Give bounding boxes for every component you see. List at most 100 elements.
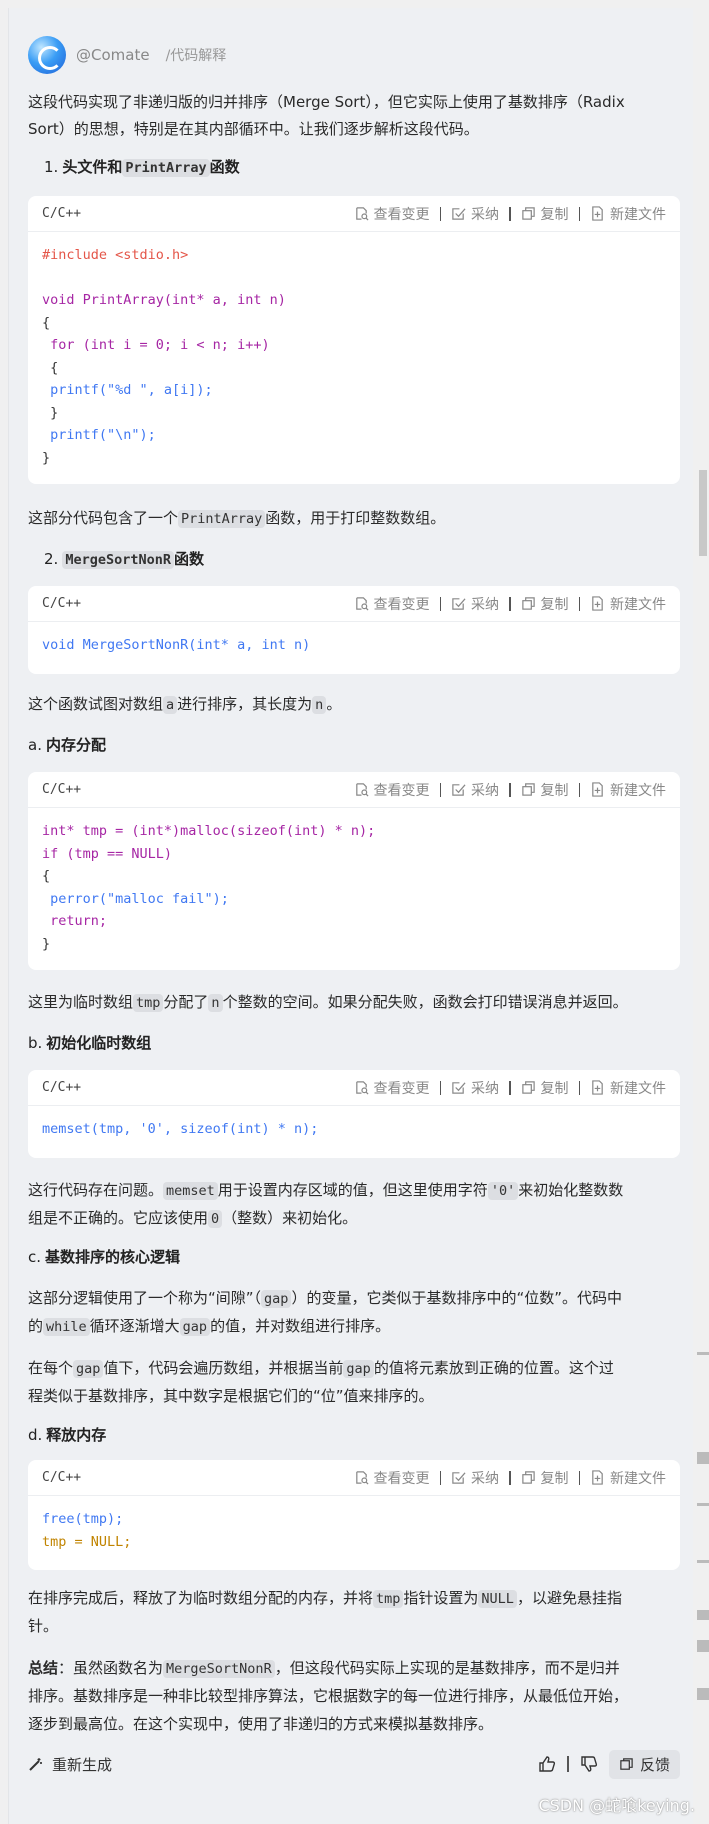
scrollbar-thumb[interactable] — [699, 470, 707, 556]
accept-icon — [452, 784, 466, 796]
view-changes-icon — [355, 1471, 368, 1485]
view-changes-button[interactable]: 查看变更 — [354, 594, 430, 614]
new-file-button[interactable]: 新建文件 — [590, 1078, 666, 1098]
accept-button[interactable]: 采纳 — [451, 204, 499, 224]
code-block-header: C/C++ 查看变更 采纳 复制 新建文件 — [28, 1460, 680, 1496]
magic-wand-icon — [29, 1758, 42, 1771]
new-file-icon — [592, 596, 603, 611]
copy-button[interactable]: 复制 — [521, 594, 569, 614]
subsection-heading-a: a. 内存分配 — [28, 736, 106, 754]
section-heading-1: 1. 头文件和 PrintArray 函数 — [44, 158, 240, 177]
paragraph-merge-sort: 这个函数试图对数组 a 进行排序，其长度为 n。 — [28, 695, 342, 714]
code-block-header: C/C++ 查看变更 采纳 复制 新建文件 — [28, 586, 680, 622]
accept-button[interactable]: 采纳 — [451, 1468, 499, 1488]
feedback-tools: 反馈 — [537, 1749, 680, 1779]
edge-mark — [697, 1503, 709, 1506]
new-file-icon — [592, 782, 603, 797]
summary-line-3: 逐步到最高位。在这个实现中，使用了非递归的方式来模拟基数排序。 — [28, 1715, 494, 1733]
code-line: { — [42, 314, 51, 331]
paragraph-gap2-line-1: 在每个 gap 值下，代码会遍历数组，并根据当前 gap 的值将元素放到正确的位置。这个… — [28, 1359, 614, 1378]
accept-icon — [452, 1472, 466, 1484]
code-block-header: C/C++ 查看变更 采纳 复制 新建文件 — [28, 196, 680, 232]
view-changes-button[interactable]: 查看变更 — [354, 204, 430, 224]
page: @Comate /代码解释 这段代码实现了非递归版的归并排序（Merge Sor… — [0, 0, 709, 1824]
thumbs-up-icon[interactable] — [537, 1754, 557, 1774]
assistant-handle: @Comate — [76, 46, 150, 64]
view-changes-icon — [355, 207, 368, 221]
inline-code: n — [208, 994, 223, 1012]
new-file-button[interactable]: 新建文件 — [590, 204, 666, 224]
paragraph-free-line-1: 在排序完成后，释放了为临时数组分配的内存，并将 tmp 指针设置为 NULL ，以避免悬… — [28, 1589, 622, 1608]
code-line: memset(tmp, '0', sizeof(int) * n); — [42, 1121, 319, 1137]
copy-button[interactable]: 复制 — [521, 1468, 569, 1488]
inline-code: MergeSortNonR — [62, 551, 174, 569]
paragraph-free-line-2: 针。 — [28, 1617, 59, 1635]
code-block-free: C/C++ 查看变更 采纳 复制 新建文件 free(tmp); tmp = N… — [28, 1460, 680, 1570]
copy-icon — [521, 783, 535, 796]
paragraph-memset-line-2: 组是不正确的。它应该使用 0 （整数）来初始化。 — [28, 1209, 358, 1228]
code-toolbar: 查看变更 采纳 复制 新建文件 — [354, 1468, 666, 1488]
copy-icon — [521, 1471, 535, 1484]
thumbs-down-icon[interactable] — [579, 1754, 599, 1774]
new-file-button[interactable]: 新建文件 — [590, 1468, 666, 1488]
copy-button[interactable]: 复制 — [521, 780, 569, 800]
inline-code: PrintArray — [178, 510, 266, 528]
code-line: if (tmp == NULL) — [42, 845, 173, 862]
code-content: memset(tmp, '0', sizeof(int) * n); — [28, 1106, 680, 1153]
code-line: void MergeSortNonR(int* a, int n) — [42, 637, 311, 653]
edge-mark — [697, 1610, 709, 1620]
summary-line-2: 排序。基数排序是一种非比较型排序算法，它根据数字的每一位进行排序，从最低位开始， — [28, 1687, 629, 1705]
copy-icon — [521, 597, 535, 610]
paragraph-print-array: 这部分代码包含了一个 PrintArray 函数，用于打印整数数组。 — [28, 509, 446, 528]
inline-code: tmp — [373, 1590, 404, 1608]
code-language: C/C++ — [42, 596, 82, 611]
subsection-heading-c: c. 基数排序的核心逻辑 — [28, 1248, 181, 1266]
new-file-icon — [592, 206, 603, 221]
code-line: perror("malloc fail"); — [42, 890, 229, 907]
view-changes-button[interactable]: 查看变更 — [354, 1078, 430, 1098]
accept-button[interactable]: 采纳 — [451, 594, 499, 614]
code-line: for (int i = 0; i < n; i++) — [42, 337, 270, 353]
code-toolbar: 查看变更 采纳 复制 新建文件 — [354, 780, 666, 800]
code-line: tmp = NULL; — [42, 1533, 132, 1550]
code-language: C/C++ — [42, 206, 82, 221]
view-changes-icon — [355, 597, 368, 611]
inline-code: NULL — [478, 1590, 517, 1608]
new-file-button[interactable]: 新建文件 — [590, 594, 666, 614]
code-line: int* tmp = (int*)malloc(sizeof(int) * n)… — [42, 823, 376, 839]
code-language: C/C++ — [42, 782, 82, 797]
code-block-malloc: C/C++ 查看变更 采纳 复制 新建文件 int* tmp = (int*)m… — [28, 772, 680, 970]
copy-button[interactable]: 复制 — [521, 204, 569, 224]
code-content: int* tmp = (int*)malloc(sizeof(int) * n)… — [28, 808, 680, 967]
view-changes-button[interactable]: 查看变更 — [354, 780, 430, 800]
inline-code: gap — [179, 1318, 211, 1336]
code-line: return; — [42, 913, 108, 929]
copy-icon — [521, 207, 535, 220]
regenerate-button[interactable]: 重新生成 — [28, 1754, 537, 1775]
inline-code: gap — [343, 1360, 374, 1378]
paragraph-gap2-line-2: 程类似于基数排序，其中数字是根据它们的“位”值来排序的。 — [28, 1387, 434, 1405]
paragraph-memset-line-1: 这行代码存在问题。 memset 用于设置内存区域的值，但这里使用字符 '0' 来初始化… — [28, 1181, 624, 1200]
paragraph-gap-line-1: 这部分逻辑使用了一个称为“间隙”（ gap ）的变量，它类似于基数排序中的“位数”。… — [28, 1289, 622, 1308]
feedback-icon — [620, 1757, 633, 1770]
code-block-header: C/C++ 查看变更 采纳 复制 新建文件 — [28, 772, 680, 808]
code-content: #include <stdio.h> void PrintArray(int* … — [28, 232, 680, 481]
edge-mark — [697, 1688, 709, 1700]
summary-line-1: 总结：虽然函数名为 MergeSortNonR ，但这段代码实际上实现的是基数排序，… — [28, 1659, 620, 1678]
accept-icon — [452, 208, 466, 220]
accept-button[interactable]: 采纳 — [451, 780, 499, 800]
inline-code: MergeSortNonR — [163, 1660, 275, 1678]
new-file-button[interactable]: 新建文件 — [590, 780, 666, 800]
subsection-heading-b: b. 初始化临时数组 — [28, 1034, 152, 1052]
copy-icon — [521, 1081, 535, 1094]
code-line: } — [42, 404, 59, 421]
accept-button[interactable]: 采纳 — [451, 1078, 499, 1098]
view-changes-icon — [355, 783, 368, 797]
edge-mark — [697, 1640, 709, 1652]
copy-button[interactable]: 复制 — [521, 1078, 569, 1098]
code-content: free(tmp); tmp = NULL; — [28, 1496, 680, 1565]
feedback-button[interactable]: 反馈 — [608, 1749, 680, 1779]
code-line: { — [42, 359, 59, 376]
edge-mark — [697, 1560, 709, 1563]
view-changes-button[interactable]: 查看变更 — [354, 1468, 430, 1488]
